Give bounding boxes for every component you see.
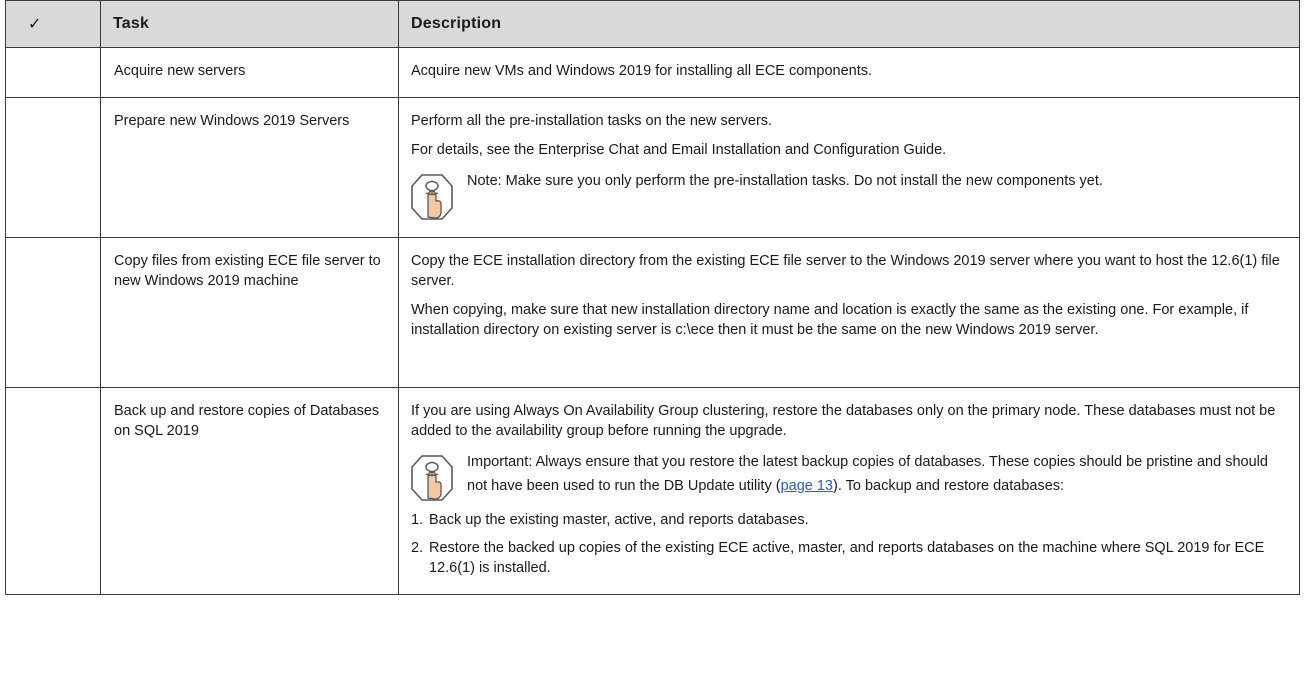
important-note-text: Important: Always ensure that you restor… xyxy=(467,450,1285,498)
description-paragraph: For details, see the Enterprise Chat and… xyxy=(411,142,947,158)
table-row: Copy files from existing ECE file server… xyxy=(5,237,1300,388)
check-cell xyxy=(5,47,101,98)
table-row: Prepare new Windows 2019 Servers Perform… xyxy=(5,97,1300,238)
page-13-link[interactable]: page 13 xyxy=(781,478,833,494)
check-column-header: ✓ xyxy=(5,0,101,48)
note-block: Note: Make sure you only perform the pre… xyxy=(411,169,1285,221)
header-row: ✓ Task Description xyxy=(5,0,1300,48)
description-column-header: Description xyxy=(398,0,1300,48)
note-text: Note: Make sure you only perform the pre… xyxy=(467,173,1103,189)
task-cell: Acquire new servers xyxy=(100,47,399,98)
task-cell: Copy files from existing ECE file server… xyxy=(100,237,399,388)
description-paragraph: When copying, make sure that new install… xyxy=(411,302,1249,338)
tasks-table: ✓ Task Description Acquire new servers A… xyxy=(5,0,1300,595)
check-cell xyxy=(5,237,101,388)
description-cell: Perform all the pre-installation tasks o… xyxy=(398,97,1300,238)
finger-tied-string-note-icon xyxy=(411,174,453,220)
description-paragraph: Acquire new VMs and Windows 2019 for ins… xyxy=(411,63,873,79)
description-paragraph: Perform all the pre-installation tasks o… xyxy=(411,113,773,129)
task-cell: Prepare new Windows 2019 Servers xyxy=(100,97,399,238)
numbered-step: 1. Back up the existing master, active, … xyxy=(411,510,1285,530)
check-cell xyxy=(5,97,101,238)
step-number: 1. xyxy=(411,512,424,528)
task-column-header: Task xyxy=(100,0,399,48)
step-text: Back up the existing master, active, and… xyxy=(429,512,809,528)
task-cell: Back up and restore copies of Databases … xyxy=(100,387,399,595)
check-cell xyxy=(5,387,101,595)
description-cell: Acquire new VMs and Windows 2019 for ins… xyxy=(398,47,1300,98)
table-row: Acquire new servers Acquire new VMs and … xyxy=(5,47,1300,98)
description-cell: Copy the ECE installation directory from… xyxy=(398,237,1300,388)
description-cell: If you are using Always On Availability … xyxy=(398,387,1300,595)
step-text: Restore the backed up copies of the exis… xyxy=(429,540,1265,576)
numbered-step: 2. Restore the backed up copies of the e… xyxy=(411,538,1285,578)
finger-tied-string-note-icon xyxy=(411,455,453,501)
description-paragraph: Copy the ECE installation directory from… xyxy=(411,253,1280,289)
note-text-end: ). To backup and restore databases: xyxy=(832,478,1065,494)
note-block: Important: Always ensure that you restor… xyxy=(411,450,1285,502)
step-number: 2. xyxy=(411,540,424,556)
table-row: Back up and restore copies of Databases … xyxy=(5,387,1300,595)
description-paragraph: If you are using Always On Availability … xyxy=(411,403,1276,439)
